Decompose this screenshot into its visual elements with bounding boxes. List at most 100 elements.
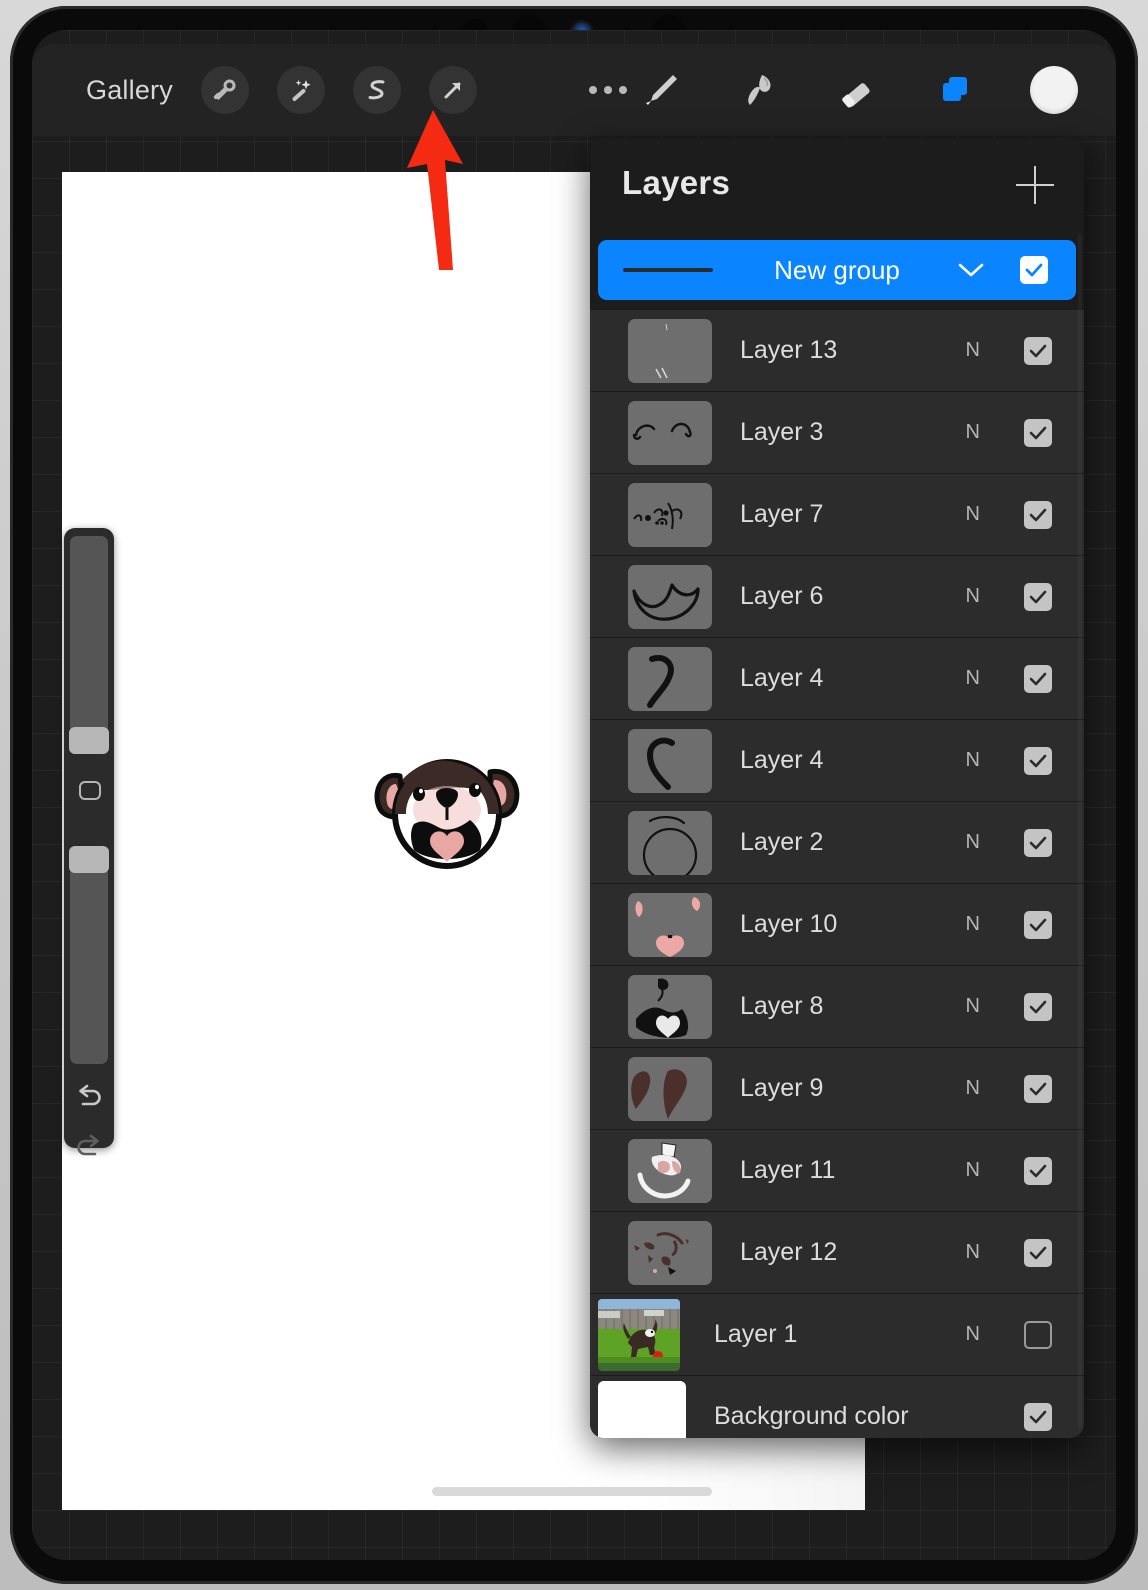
opacity-knob[interactable] <box>69 846 109 873</box>
layer-visibility-checkbox[interactable] <box>1024 828 1052 857</box>
layer-visibility-checkbox[interactable] <box>1024 418 1052 447</box>
table-row[interactable]: Background color <box>590 1376 1084 1438</box>
layer-thumbnail[interactable] <box>598 1299 680 1371</box>
layer-thumbnail[interactable] <box>628 565 712 629</box>
layer-thumbnail[interactable] <box>628 1057 712 1121</box>
table-row[interactable]: Layer 12 N <box>590 1212 1084 1294</box>
smudge-icon[interactable] <box>736 67 782 113</box>
layers-panel-header: Layers <box>590 138 1084 230</box>
layer-visibility-checkbox[interactable] <box>1024 746 1052 775</box>
blend-mode-label[interactable]: N <box>966 749 980 772</box>
layer-name: Layer 6 <box>740 582 824 610</box>
layer-thumbnail[interactable] <box>628 319 712 383</box>
blend-mode-label[interactable]: N <box>966 421 980 444</box>
top-toolbar: Gallery <box>32 44 1116 136</box>
table-row[interactable]: Layer 2 N <box>590 802 1084 884</box>
more-options-icon[interactable] <box>588 86 627 94</box>
layer-name: Layer 1 <box>714 1320 798 1348</box>
annotation-arrow <box>407 110 463 270</box>
layer-visibility-checkbox[interactable] <box>1024 992 1052 1021</box>
layer-name: Layer 4 <box>740 746 824 774</box>
redo-icon[interactable] <box>64 1124 114 1170</box>
eraser-icon[interactable] <box>834 67 880 113</box>
gallery-button[interactable]: Gallery <box>86 75 173 106</box>
layer-name: Layer 12 <box>740 1238 838 1266</box>
blend-mode-label[interactable]: N <box>966 667 980 690</box>
brush-sidebar[interactable] <box>64 528 114 1156</box>
layers-icon[interactable] <box>932 67 978 113</box>
layer-name: Layer 13 <box>740 336 838 364</box>
layer-name: Background color <box>714 1402 909 1430</box>
layer-visibility-checkbox[interactable] <box>1024 664 1052 693</box>
table-row[interactable]: Layer 11 N <box>590 1130 1084 1212</box>
color-swatch[interactable] <box>1030 66 1078 114</box>
blend-mode-label[interactable]: N <box>966 503 980 526</box>
dog-face-artwork <box>374 759 520 869</box>
paintbrush-icon[interactable] <box>638 67 684 113</box>
blend-mode-label[interactable]: N <box>966 1241 980 1264</box>
modify-button[interactable] <box>79 781 101 800</box>
group-visibility-checkbox[interactable] <box>1020 256 1048 284</box>
layer-visibility-checkbox[interactable] <box>1024 336 1052 365</box>
layer-visibility-checkbox[interactable] <box>1024 1402 1052 1431</box>
layer-visibility-checkbox[interactable] <box>1024 1238 1052 1267</box>
blend-mode-label[interactable]: N <box>966 1323 980 1346</box>
blend-mode-label[interactable]: N <box>966 913 980 936</box>
screen: Gallery Layers New group Layer 13 N Laye… <box>32 30 1116 1560</box>
layer-thumbnail[interactable] <box>628 729 712 793</box>
table-row[interactable]: Layer 6 N <box>590 556 1084 638</box>
layer-name: Layer 10 <box>740 910 838 938</box>
layers-list[interactable]: New group Layer 13 N Layer 3 N Layer 7 N Layer… <box>590 230 1084 1438</box>
layer-thumbnail[interactable] <box>628 483 712 547</box>
table-row[interactable]: Layer 8 N <box>590 966 1084 1048</box>
table-row[interactable]: Layer 13 N <box>590 310 1084 392</box>
layer-group-row[interactable]: New group <box>598 240 1076 300</box>
layers-panel: Layers New group Layer 13 N Layer 3 N La… <box>590 138 1084 1438</box>
home-indicator <box>432 1487 712 1496</box>
layer-name: Layer 8 <box>740 992 824 1020</box>
layer-name: Layer 7 <box>740 500 824 528</box>
layer-thumbnail[interactable] <box>628 811 712 875</box>
ipad-device: Gallery Layers New group Layer 13 N Laye… <box>0 0 1148 1590</box>
brush-size-knob[interactable] <box>69 727 109 754</box>
wrench-icon[interactable] <box>200 66 249 114</box>
layer-thumbnail[interactable] <box>628 401 712 465</box>
blend-mode-label[interactable]: N <box>966 339 980 362</box>
layer-thumbnail[interactable] <box>628 975 712 1039</box>
blend-mode-label[interactable]: N <box>966 831 980 854</box>
blend-mode-label[interactable]: N <box>966 995 980 1018</box>
magic-wand-icon[interactable] <box>276 66 325 114</box>
layer-visibility-checkbox[interactable] <box>1024 1320 1052 1349</box>
blend-mode-label[interactable]: N <box>966 1077 980 1100</box>
layer-name: Layer 2 <box>740 828 824 856</box>
layer-thumbnail[interactable] <box>628 1221 712 1285</box>
opacity-slider[interactable] <box>69 846 109 1064</box>
brush-size-slider[interactable] <box>69 536 109 754</box>
add-layer-icon[interactable] <box>1016 166 1054 204</box>
layer-thumbnail[interactable] <box>628 647 712 711</box>
layer-visibility-checkbox[interactable] <box>1024 582 1052 611</box>
table-row[interactable]: Layer 4 N <box>590 720 1084 802</box>
layer-visibility-checkbox[interactable] <box>1024 1074 1052 1103</box>
group-name: New group <box>774 254 900 285</box>
layer-thumbnail[interactable] <box>628 1139 712 1203</box>
blend-mode-label[interactable]: N <box>966 585 980 608</box>
chevron-down-icon[interactable] <box>958 263 984 278</box>
layer-thumbnail[interactable] <box>598 1381 686 1438</box>
layers-scrollbar[interactable] <box>1078 234 1082 1429</box>
table-row[interactable]: Layer 9 N <box>590 1048 1084 1130</box>
layer-visibility-checkbox[interactable] <box>1024 910 1052 939</box>
table-row[interactable]: Layer 7 N <box>590 474 1084 556</box>
blend-mode-label[interactable]: N <box>966 1159 980 1182</box>
layer-thumbnail[interactable] <box>628 893 712 957</box>
table-row[interactable]: Layer 3 N <box>590 392 1084 474</box>
layer-visibility-checkbox[interactable] <box>1024 1156 1052 1185</box>
layer-name: Layer 11 <box>740 1156 836 1184</box>
table-row[interactable]: Layer 1 N <box>590 1294 1084 1376</box>
layer-name: Layer 4 <box>740 664 824 692</box>
table-row[interactable]: Layer 10 N <box>590 884 1084 966</box>
undo-icon[interactable] <box>64 1074 114 1120</box>
table-row[interactable]: Layer 4 N <box>590 638 1084 720</box>
layer-visibility-checkbox[interactable] <box>1024 500 1052 529</box>
layer-name: Layer 3 <box>740 418 824 446</box>
